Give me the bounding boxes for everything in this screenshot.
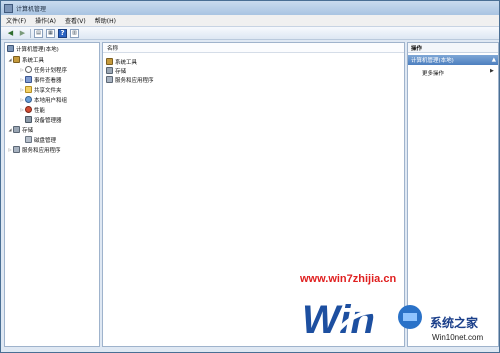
services-icon	[13, 146, 20, 153]
tree-label: 服务和应用程序	[22, 147, 61, 154]
list-item[interactable]: 系统工具	[106, 57, 137, 66]
actions-section-header[interactable]: 计算机管理(本地) ▲	[408, 55, 498, 65]
event-viewer-icon	[25, 76, 32, 83]
menu-bar: 文件(F) 操作(A) 查看(V) 帮助(H)	[1, 15, 499, 27]
list-item-label: 系统工具	[115, 59, 138, 66]
tree-item-services-apps[interactable]: ▷ 服务和应用程序	[7, 145, 61, 154]
tree-label: 设备管理器	[34, 117, 62, 124]
actions-header: 操作	[408, 43, 498, 53]
collapse-arrow-icon[interactable]: ▲	[492, 57, 496, 63]
users-icon	[25, 96, 32, 103]
column-header-name[interactable]: 名称	[103, 43, 404, 53]
tree-item-local-users[interactable]: ▷ 本地用户和组	[19, 95, 67, 104]
disk-icon	[25, 136, 32, 143]
tree-item-event-viewer[interactable]: ▷ 事件查看器	[19, 75, 62, 84]
more-actions-label: 更多操作	[422, 70, 445, 77]
shared-folder-icon	[25, 86, 32, 93]
forward-arrow-icon[interactable]: ▶	[18, 29, 27, 38]
tree-label: 性能	[34, 107, 46, 114]
tree-label: 共享文件夹	[34, 87, 62, 94]
clock-icon	[25, 66, 32, 73]
watermark-url: www.win7zhijia.cn	[300, 273, 397, 285]
console-tree-pane: 计算机管理(本地) ◢ 系统工具 ▷ 任务计划程序 ▷ 事件查看器 ▷ 共享文件…	[4, 42, 100, 347]
toolbar: ◀ ▶ ▤ ▦ ? ▥	[1, 27, 499, 40]
device-manager-icon	[25, 116, 32, 123]
column-header-label: 名称	[107, 45, 119, 52]
list-item-label: 存储	[115, 68, 127, 75]
tree-item-device-manager[interactable]: 设备管理器	[25, 115, 62, 124]
tree-label: 计算机管理(本地)	[16, 46, 59, 53]
help-icon[interactable]: ?	[58, 28, 67, 38]
list-item-label: 服务和应用程序	[115, 77, 154, 84]
toolbar-separator	[30, 28, 31, 38]
storage-icon	[13, 126, 20, 133]
tree-item-shared-folders[interactable]: ▷ 共享文件夹	[19, 85, 62, 94]
tree-item-system-tools[interactable]: ◢ 系统工具	[7, 55, 44, 64]
computer-icon	[7, 45, 14, 52]
actions-section-label: 计算机管理(本地)	[411, 58, 454, 64]
watermark-site-name: 系统之家	[430, 316, 479, 330]
show-hide-pane-icon[interactable]: ▥	[70, 28, 79, 38]
tree-label: 系统工具	[22, 57, 45, 64]
menu-view[interactable]: 查看(V)	[65, 16, 86, 25]
menu-help[interactable]: 帮助(H)	[95, 16, 116, 25]
tree-label: 磁盘管理	[34, 137, 57, 144]
list-item[interactable]: 存储	[106, 66, 126, 75]
properties-icon[interactable]: ▦	[46, 28, 55, 38]
tree-item-task-scheduler[interactable]: ▷ 任务计划程序	[19, 65, 67, 74]
tree-item-disk-management[interactable]: 磁盘管理	[25, 135, 56, 144]
tree-item-storage[interactable]: ◢ 存储	[7, 125, 33, 134]
system-tools-icon	[106, 58, 113, 65]
win7-logo-watermark: Win	[302, 298, 422, 339]
tree-label: 存储	[22, 127, 34, 134]
title-bar: 计算机管理	[1, 1, 499, 15]
window-title: 计算机管理	[16, 5, 47, 13]
tree-item-performance[interactable]: ▷ 性能	[19, 105, 45, 114]
services-icon	[106, 76, 113, 83]
performance-icon	[25, 106, 32, 113]
menu-action[interactable]: 操作(A)	[35, 16, 56, 25]
watermark-site-url: Win10net.com	[432, 333, 484, 342]
back-arrow-icon[interactable]: ◀	[6, 29, 15, 38]
tree-item-root[interactable]: 计算机管理(本地)	[7, 44, 59, 53]
submenu-arrow-icon: ▶	[490, 68, 494, 74]
computer-management-icon	[4, 3, 13, 13]
storage-icon	[106, 67, 113, 74]
console-tree-icon[interactable]: ▤	[34, 28, 43, 38]
system-tools-icon	[13, 56, 20, 63]
more-actions-item[interactable]: 更多操作	[422, 68, 444, 77]
tree-label: 本地用户和组	[34, 97, 68, 104]
list-item[interactable]: 服务和应用程序	[106, 75, 154, 84]
tree-label: 任务计划程序	[34, 67, 68, 74]
menu-file[interactable]: 文件(F)	[6, 16, 26, 25]
tree-label: 事件查看器	[34, 77, 62, 84]
